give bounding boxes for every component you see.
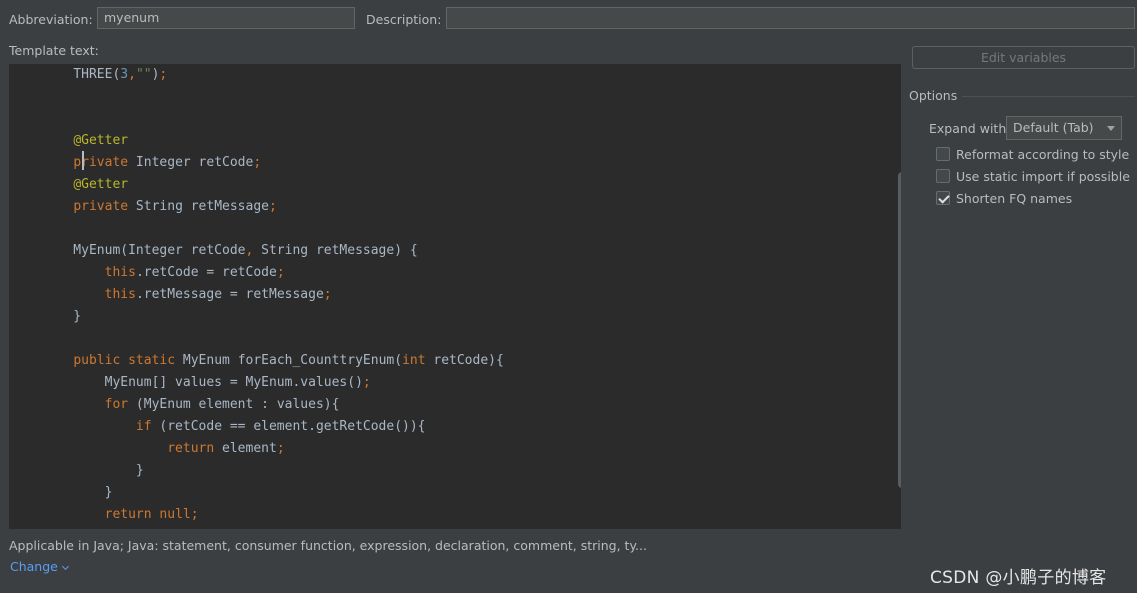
code-line: if (retCode == element.getRetCode()){: [135, 419, 426, 434]
options-divider: [962, 96, 1135, 97]
code-line: @Getter: [73, 133, 129, 148]
expand-with-dropdown[interactable]: Default (Tab): [1006, 116, 1122, 140]
reformat-checkbox[interactable]: [936, 147, 950, 161]
shorten-fq-checkbox[interactable]: [936, 191, 950, 205]
edit-variables-button[interactable]: Edit variables: [912, 46, 1135, 69]
code-line: return null;: [104, 507, 199, 522]
abbreviation-input[interactable]: myenum: [97, 7, 355, 29]
code-line: MyEnum(Integer retCode, String retMessag…: [42, 243, 418, 258]
options-title: Options: [909, 88, 958, 103]
code-line: private String retMessage;: [73, 199, 277, 214]
reformat-label: Reformat according to style: [956, 147, 1130, 162]
editor-scrollbar[interactable]: [898, 172, 901, 488]
description-label: Description:: [366, 12, 442, 27]
code-line: private Integer retCode;: [73, 155, 262, 170]
code-line: this.retCode = retCode;: [104, 265, 285, 280]
code-line: }: [42, 463, 144, 478]
template-editor[interactable]: THREE(3,""); @Getter private Integer ret…: [9, 64, 901, 529]
expand-with-label: Expand with: [929, 121, 1007, 136]
applicable-contexts-text: Applicable in Java; Java: statement, con…: [9, 538, 647, 553]
code-line: THREE(3,"");: [42, 67, 168, 82]
watermark: CSDN @小鹏子的博客: [930, 568, 1107, 588]
template-text-label: Template text:: [9, 43, 99, 58]
code-line: @Getter: [73, 177, 129, 192]
static-import-label: Use static import if possible: [956, 169, 1130, 184]
text-caret: [82, 151, 84, 170]
change-link[interactable]: Change: [10, 559, 69, 574]
shorten-fq-label: Shorten FQ names: [956, 191, 1073, 206]
code-line: this.retMessage = retMessage;: [104, 287, 332, 302]
code-line: }: [42, 485, 113, 500]
static-import-checkbox[interactable]: [936, 169, 950, 183]
code-line: }: [42, 309, 82, 324]
abbreviation-label: Abbreviation:: [9, 12, 93, 27]
code-line: MyEnum[] values = MyEnum.values();: [42, 375, 371, 390]
chevron-down-icon: [1107, 126, 1115, 131]
code-line: return element;: [167, 441, 285, 456]
change-label: Change: [10, 559, 58, 574]
code-line: public static MyEnum forEach_CounttryEnu…: [73, 353, 504, 368]
code-content: THREE(3,""); @Getter private Integer ret…: [42, 64, 504, 526]
expand-with-value: Default (Tab): [1013, 120, 1094, 135]
chevron-down-icon: [61, 562, 69, 571]
description-input[interactable]: [446, 7, 1135, 29]
code-line: for (MyEnum element : values){: [104, 397, 340, 412]
